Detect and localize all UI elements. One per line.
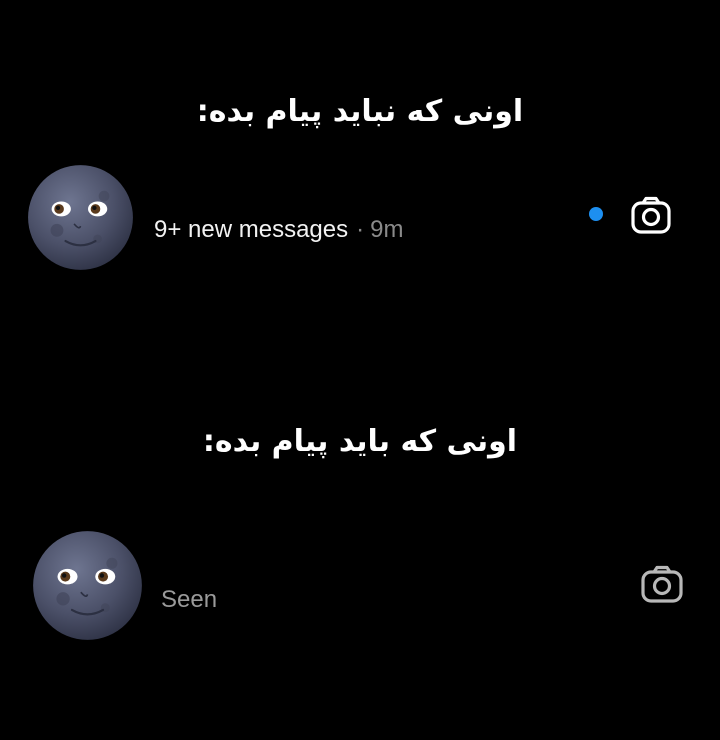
message-preview: 9+ new messages · 9m <box>154 216 403 244</box>
new-moon-face-icon[interactable] <box>32 530 143 641</box>
caption-bottom: اونی که باید پیام بده: <box>202 424 518 459</box>
unread-indicator <box>589 207 603 221</box>
camera-icon[interactable] <box>640 564 684 606</box>
caption-top: اونی که نباید پیام بده: <box>196 94 524 129</box>
message-time: 9m <box>370 216 404 243</box>
new-messages-count: 9+ new messages <box>154 216 349 243</box>
new-moon-face-icon[interactable] <box>27 164 134 271</box>
camera-icon[interactable] <box>630 195 672 237</box>
seen-status: Seen <box>161 586 218 613</box>
separator-dot: · <box>356 216 365 243</box>
